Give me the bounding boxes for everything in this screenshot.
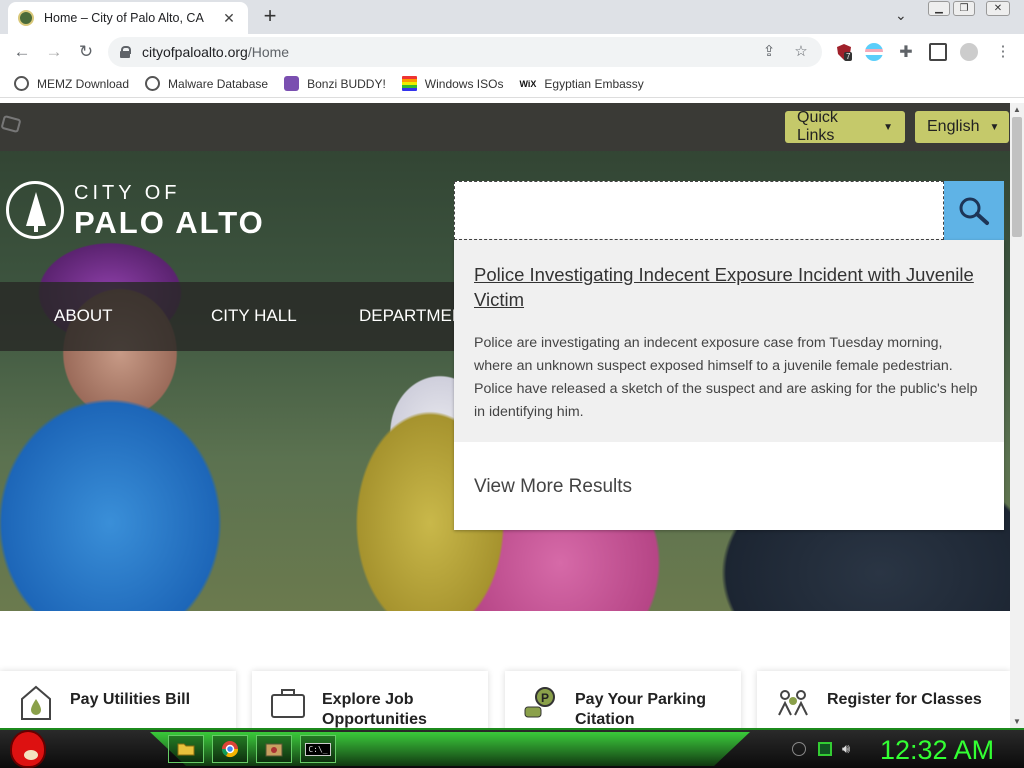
tab-search-chevron-icon[interactable]: ⌄ bbox=[895, 7, 907, 24]
globe-icon bbox=[14, 76, 29, 91]
minimize-button[interactable]: ▁ bbox=[928, 1, 950, 16]
flag-extension-icon[interactable] bbox=[865, 43, 883, 61]
card-register-classes[interactable]: Register for Classes bbox=[757, 671, 1010, 728]
scroll-down-arrow-icon[interactable]: ▼ bbox=[1013, 717, 1021, 726]
volume-icon[interactable]: 🔊︎ bbox=[842, 742, 856, 756]
chrome-icon[interactable] bbox=[212, 735, 248, 763]
windows-icon bbox=[401, 76, 417, 91]
bookmark-label: Windows ISOs bbox=[424, 76, 504, 91]
wix-icon: WiX bbox=[519, 78, 537, 89]
nav-item-about[interactable]: ABOUT bbox=[54, 306, 113, 326]
forward-arrow-icon[interactable]: → bbox=[44, 42, 64, 62]
bookmark-label: Malware Database bbox=[168, 76, 269, 91]
tab-close-icon[interactable]: ✕ bbox=[220, 10, 238, 27]
shield-extension-icon[interactable]: 7 bbox=[835, 43, 853, 61]
briefcase-icon bbox=[271, 689, 305, 718]
cmd-icon[interactable]: C:\_ bbox=[300, 735, 336, 763]
svg-text:P: P bbox=[541, 691, 549, 705]
view-more-results-link[interactable]: View More Results bbox=[474, 476, 632, 498]
card-pay-utilities[interactable]: Pay Utilities Bill bbox=[0, 671, 236, 728]
nav-item-city-hall[interactable]: CITY HALL bbox=[211, 306, 297, 326]
tab-active[interactable]: Home – City of Palo Alto, CA ✕ bbox=[8, 2, 248, 34]
card-label: Pay Your Parking Citation bbox=[575, 691, 707, 728]
extension-badge: 7 bbox=[844, 52, 853, 61]
logo-line1: CITY OF bbox=[74, 181, 181, 204]
bookmark-item[interactable]: Malware Database bbox=[145, 76, 268, 91]
search-button[interactable] bbox=[944, 181, 1004, 240]
search-results-dropdown: Police Investigating Indecent Exposure I… bbox=[454, 240, 1004, 530]
bonzi-icon bbox=[284, 76, 300, 91]
profile-avatar-icon[interactable] bbox=[960, 43, 978, 61]
tab-strip: Home – City of Palo Alto, CA ✕ + ⌄ ▁ ❐ ✕ bbox=[0, 0, 1024, 34]
scroll-up-arrow-icon[interactable]: ▲ bbox=[1013, 105, 1021, 114]
caret-down-icon: ▼ bbox=[989, 121, 1000, 133]
address-bar[interactable]: cityofpaloalto.org/Home bbox=[108, 37, 822, 67]
utility-strip: Quick Links ▼ English ▼ bbox=[0, 103, 1010, 151]
new-tab-button[interactable]: + bbox=[258, 5, 282, 27]
maximize-button[interactable]: ❐ bbox=[953, 1, 975, 16]
tree-seal-icon bbox=[6, 181, 64, 239]
network-icon[interactable] bbox=[818, 742, 832, 756]
page-scrollbar[interactable]: ▲ ▼ bbox=[1010, 103, 1024, 728]
browser-toolbar: ← → ↻ cityofpaloalto.org/Home ⇪ ☆ 7 ✚ ⋮ bbox=[0, 34, 1024, 70]
site-favicon-icon bbox=[18, 10, 34, 26]
bookmarks-bar: MEMZ Download Malware Database Bonzi BUD… bbox=[0, 70, 1024, 98]
camera-icon bbox=[0, 114, 22, 134]
bookmark-label: Egyptian Embassy bbox=[544, 76, 644, 91]
menu-kebab-icon[interactable]: ⋮ bbox=[994, 42, 1012, 60]
web-page: Quick Links ▼ English ▼ CITY OF PALO ALT… bbox=[0, 103, 1010, 728]
back-arrow-icon[interactable]: ← bbox=[12, 42, 32, 62]
window-close-button[interactable]: ✕ bbox=[986, 1, 1010, 16]
bookmark-label: MEMZ Download bbox=[37, 76, 130, 91]
main-nav: ABOUT CITY HALL DEPARTMENTS bbox=[0, 282, 456, 351]
side-panel-icon[interactable] bbox=[929, 43, 947, 61]
url-path: /Home bbox=[247, 44, 290, 60]
card-explore-jobs[interactable]: Explore Job Opportunities bbox=[252, 671, 488, 728]
bookmark-star-icon[interactable]: ☆ bbox=[792, 42, 810, 60]
card-label: Explore Job Opportunities bbox=[322, 691, 427, 728]
lock-icon[interactable] bbox=[120, 46, 131, 58]
logo-line2: PALO ALTO bbox=[74, 204, 265, 240]
scrollbar-thumb[interactable] bbox=[1012, 117, 1022, 237]
globe-icon bbox=[145, 76, 161, 91]
nav-item-departments[interactable]: DEPARTMENTS bbox=[359, 306, 456, 326]
language-label: English bbox=[927, 118, 980, 135]
taskbar: C:\_ 🔊︎ 12:32 AM bbox=[0, 728, 1024, 768]
bookmark-label: Bonzi BUDDY! bbox=[307, 76, 386, 91]
search-icon bbox=[959, 197, 989, 225]
classes-people-icon bbox=[778, 690, 808, 716]
taskbar-clock[interactable]: 12:32 AM bbox=[880, 735, 994, 766]
reload-icon[interactable]: ↻ bbox=[76, 42, 96, 62]
language-dropdown[interactable]: English ▼ bbox=[915, 111, 1009, 143]
search-input[interactable] bbox=[474, 202, 943, 219]
folder-icon[interactable] bbox=[168, 735, 204, 763]
bookmark-item[interactable]: Bonzi BUDDY! bbox=[284, 76, 386, 91]
card-label: Register for Classes bbox=[827, 691, 982, 708]
bookmark-item[interactable]: Windows ISOs bbox=[401, 76, 504, 91]
caret-down-icon: ▼ bbox=[883, 121, 893, 133]
start-button-angry-bird-icon[interactable] bbox=[10, 730, 46, 768]
card-parking-citation[interactable]: P Pay Your Parking Citation bbox=[505, 671, 741, 728]
tab-title: Home – City of Palo Alto, CA bbox=[44, 11, 204, 25]
search-result-description: Police are investigating an indecent exp… bbox=[474, 335, 978, 420]
cmd-icon-text: C:\_ bbox=[305, 742, 331, 756]
url-host: cityofpaloalto.org bbox=[142, 44, 248, 60]
extensions-puzzle-icon[interactable]: ✚ bbox=[897, 42, 915, 62]
utility-drop-icon bbox=[21, 685, 51, 720]
quick-links-dropdown[interactable]: Quick Links ▼ bbox=[785, 109, 905, 144]
bookmark-item[interactable]: MEMZ Download bbox=[14, 76, 129, 91]
bookmark-item[interactable]: WiX Egyptian Embassy bbox=[519, 77, 643, 91]
city-logo[interactable]: CITY OF PALO ALTO bbox=[6, 181, 265, 239]
media-icon[interactable] bbox=[256, 735, 292, 763]
quick-links-label: Quick Links bbox=[797, 109, 838, 144]
search-result-item: Police Investigating Indecent Exposure I… bbox=[454, 240, 1004, 442]
card-label: Pay Utilities Bill bbox=[70, 691, 191, 708]
search-field-wrapper bbox=[454, 181, 944, 240]
share-icon[interactable]: ⇪ bbox=[760, 42, 778, 60]
parking-meter-icon: P bbox=[524, 687, 555, 718]
search-result-title-link[interactable]: Police Investigating Indecent Exposure I… bbox=[474, 262, 984, 312]
tray-chevron-icon[interactable] bbox=[792, 742, 806, 756]
